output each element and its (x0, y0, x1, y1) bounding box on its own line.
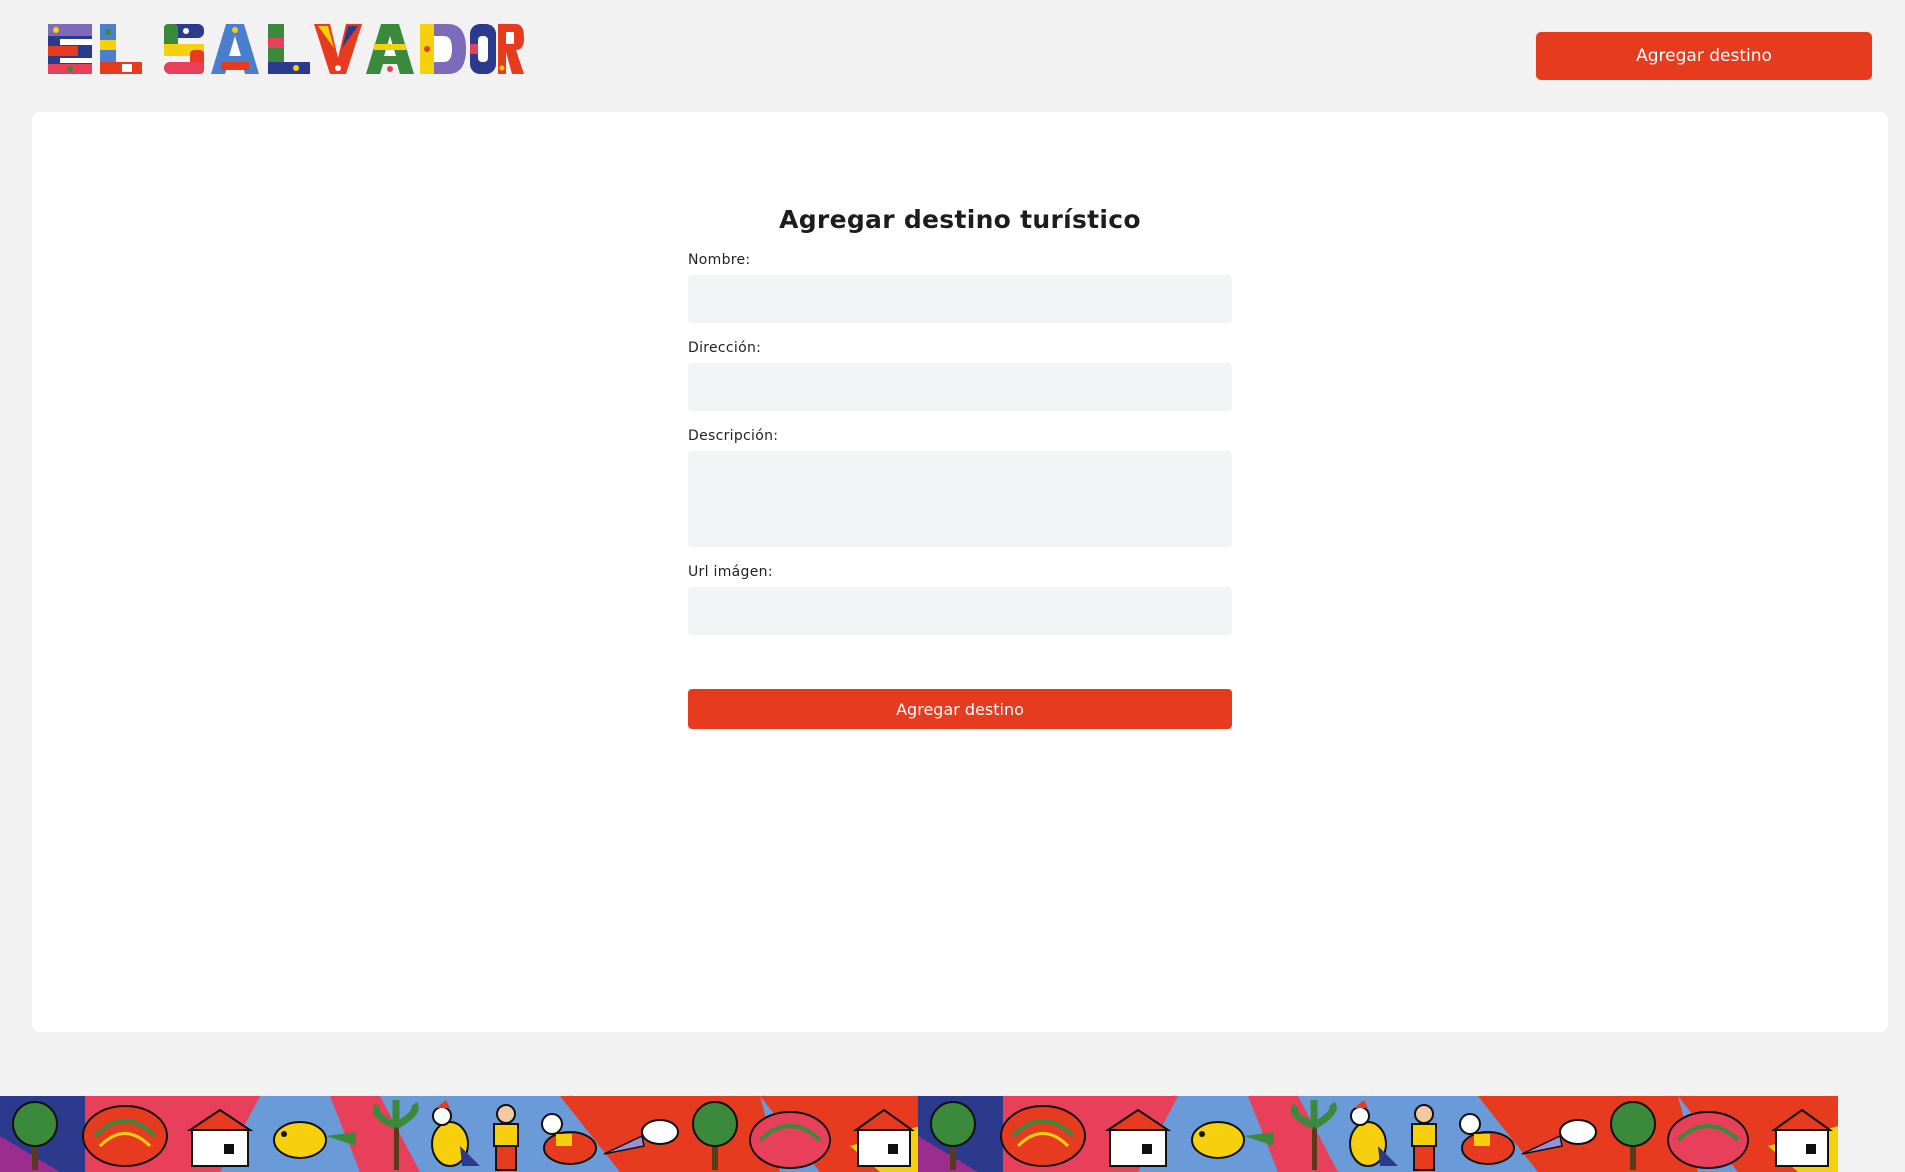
armadillo-icon (749, 1111, 831, 1169)
address-input[interactable] (688, 363, 1232, 411)
footer-decorative-band (0, 1096, 1905, 1172)
image-url-label: Url imágen: (688, 564, 773, 580)
form-title: Agregar destino turístico (779, 205, 1141, 234)
logo-artwork (48, 24, 524, 74)
add-destination-form: Agregar destino turístico Nombre: Direcc… (688, 198, 1232, 729)
app-root: Agregar destino Agregar destino turístic… (0, 0, 1905, 1172)
main-card: Agregar destino turístico Nombre: Direcc… (32, 112, 1888, 1032)
name-label: Nombre: (688, 252, 751, 268)
footer-artwork (0, 1096, 1905, 1172)
header-add-destination-button[interactable]: Agregar destino (1536, 32, 1872, 80)
footer-pattern-tile (0, 1096, 920, 1172)
el-salvador-logo (46, 22, 524, 76)
description-label: Descripción: (688, 428, 779, 444)
armadillo-icon (82, 1105, 168, 1167)
name-input[interactable] (688, 275, 1232, 323)
description-textarea[interactable] (688, 451, 1232, 547)
image-url-input[interactable] (688, 587, 1232, 635)
submit-add-destination-button[interactable]: Agregar destino (688, 689, 1232, 729)
woman-icon (493, 1104, 519, 1171)
address-label: Dirección: (688, 340, 762, 356)
